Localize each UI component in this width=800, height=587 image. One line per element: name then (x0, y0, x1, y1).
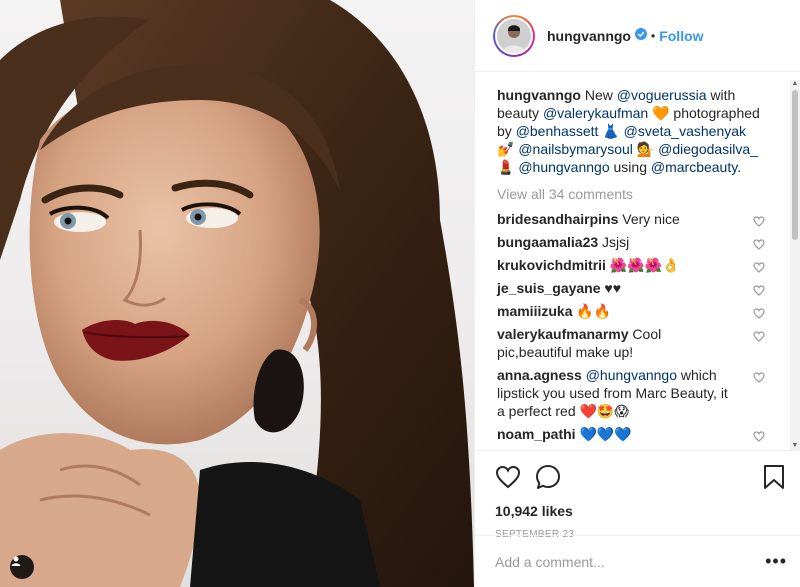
mention-link[interactable]: @nailsbymarysoul (518, 141, 633, 157)
comment-like-heart-icon[interactable] (753, 369, 765, 387)
comment-item: anna.agness @hungvanngo which lipstick y… (497, 366, 777, 420)
comment-item: valerykaufmanarmy Cool pic,beautiful mak… (497, 325, 777, 361)
post-sidebar: hungvanngo • Follow hungvanngo New @vogu… (474, 0, 800, 587)
comment-like-heart-icon[interactable] (753, 428, 765, 446)
comment-text: 💙💙💙 (575, 426, 632, 442)
comment-like-heart-icon[interactable] (753, 282, 765, 300)
comment-text: New (581, 87, 617, 103)
tagged-user-icon[interactable] (10, 555, 34, 579)
comment-text: 💅 (497, 141, 519, 157)
mention-link[interactable]: @sveta_vashenyak (624, 123, 746, 139)
like-heart-icon[interactable] (495, 465, 521, 494)
add-comment-input[interactable] (495, 553, 766, 570)
more-options-icon[interactable]: ••• (765, 551, 787, 572)
scroll-down-arrow-icon[interactable]: ▼ (791, 442, 799, 450)
mention-link[interactable]: @marcbeauty (651, 159, 737, 175)
caption-username[interactable]: hungvanngo (497, 87, 581, 103)
mention-link[interactable]: @voguerussia (617, 87, 707, 103)
view-all-comments-link[interactable]: View all 34 comments (497, 186, 777, 202)
follow-button[interactable]: Follow (659, 28, 703, 44)
comment-like-heart-icon[interactable] (753, 328, 765, 346)
comment-like-heart-icon[interactable] (753, 213, 765, 231)
comment-text: 👗 (598, 123, 624, 139)
comment-item: je_suis_gayane ♥♥ (497, 279, 777, 297)
comment-text: 🌺🌺🌺👌 (605, 257, 680, 273)
comment-container: bridesandhairpins Very nice bungaamalia23… (497, 210, 777, 443)
header-username[interactable]: hungvanngo (547, 28, 631, 44)
comment-text: Jsjsj (598, 234, 630, 250)
comment-text: 🔥🔥 (572, 303, 612, 319)
comment-username[interactable]: bungaamalia23 (497, 234, 598, 250)
action-icons (495, 459, 785, 499)
comment-like-heart-icon[interactable] (753, 236, 765, 254)
portrait-image (0, 0, 474, 587)
likes-count[interactable]: 10,942 likes (495, 503, 785, 519)
comment-text: 💁 (632, 141, 659, 157)
comment-username[interactable]: mamiiizuka (497, 303, 572, 319)
avatar[interactable] (495, 16, 533, 55)
comment-username[interactable]: noam_pathi (497, 426, 576, 442)
comment-text: ♥♥ (600, 280, 622, 296)
scroll-thumb[interactable] (792, 90, 798, 240)
comments-list[interactable]: hungvanngo New @voguerussia with beauty … (475, 80, 793, 450)
comment-username[interactable]: valerykaufmanarmy (497, 326, 629, 342)
comment-username[interactable]: bridesandhairpins (497, 211, 618, 227)
mention-link[interactable]: @benhassett (516, 123, 599, 139)
verified-badge-icon (635, 27, 647, 45)
comment-item: krukovichdmitrii 🌺🌺🌺👌 (497, 256, 777, 274)
mention-link[interactable]: @hungvanngo (586, 367, 677, 383)
bookmark-icon[interactable] (763, 464, 785, 495)
comment-item: bridesandhairpins Very nice (497, 210, 777, 228)
scroll-up-arrow-icon[interactable]: ▲ (791, 80, 799, 88)
comment-username[interactable]: anna.agness (497, 367, 582, 383)
add-comment-bar: ••• (475, 535, 800, 587)
comments-scrollbar[interactable]: ▲ ▼ (790, 80, 800, 450)
comment-item: bungaamalia23 Jsjsj (497, 233, 777, 251)
comment-username[interactable]: krukovichdmitrii (497, 257, 606, 273)
mention-link[interactable]: @valerykaufman (543, 105, 648, 121)
comment-item: noam_pathi 💙💙💙 (497, 425, 777, 443)
post-photo[interactable] (0, 0, 474, 587)
comment-like-heart-icon[interactable] (753, 259, 765, 277)
post-header: hungvanngo • Follow (475, 0, 800, 72)
mention-link[interactable]: @hungvanngo (518, 159, 609, 175)
mention-link[interactable]: @diegodasilva_ (658, 141, 758, 157)
comment-text: Very nice (618, 211, 680, 227)
comment-item: mamiiizuka 🔥🔥 (497, 302, 777, 320)
comment-text: . (737, 159, 742, 175)
comment-username[interactable]: je_suis_gayane (497, 280, 601, 296)
story-ring[interactable] (493, 14, 535, 57)
post-actions: 10,942 likes SEPTEMBER 23 (475, 450, 800, 540)
comment-bubble-icon[interactable] (535, 464, 561, 495)
comment-text: 💄 (497, 159, 519, 175)
comment-text: using (609, 159, 651, 175)
separator-dot: • (651, 28, 656, 43)
caption: hungvanngo New @voguerussia with beauty … (497, 86, 777, 176)
comment-like-heart-icon[interactable] (753, 305, 765, 323)
